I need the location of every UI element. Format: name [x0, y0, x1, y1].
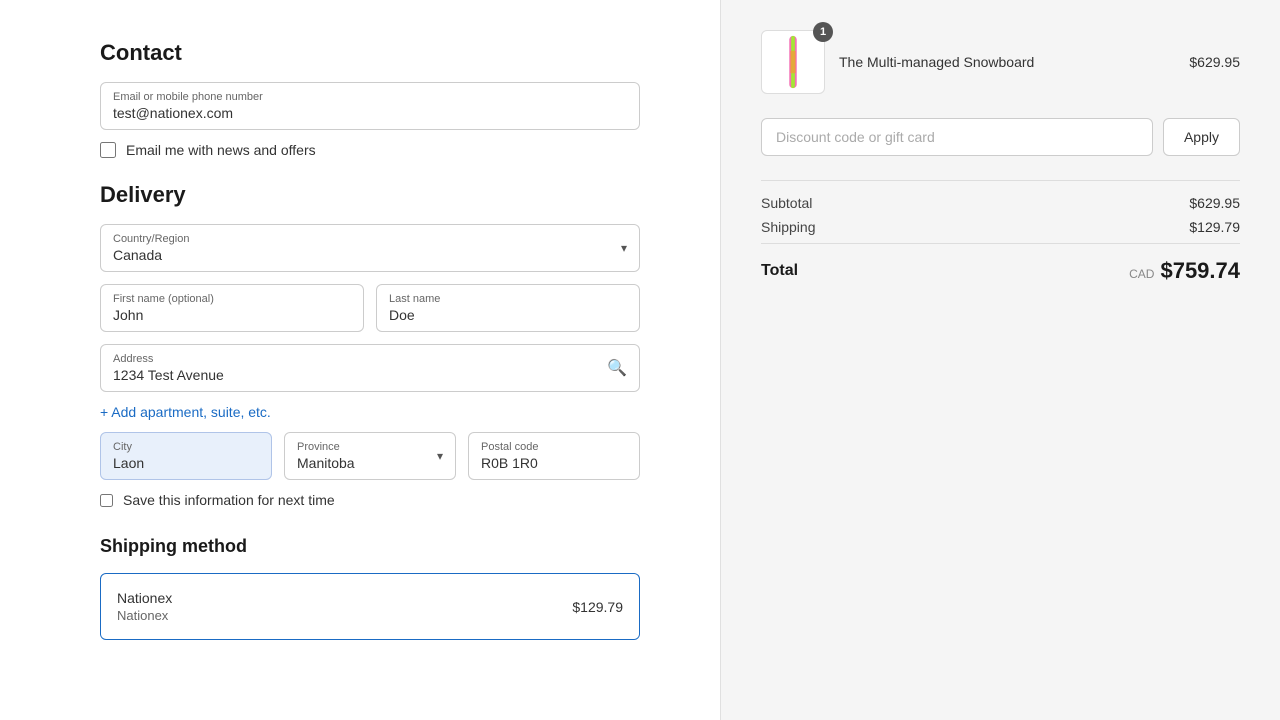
address-label: Address: [113, 353, 627, 365]
save-info-row: Save this information for next time: [100, 492, 640, 508]
last-name-input[interactable]: [389, 307, 627, 323]
delivery-section: Delivery Country/Region Canada ▾ First n…: [100, 182, 640, 508]
subtotal-value: $629.95: [1189, 195, 1240, 211]
last-name-label: Last name: [389, 293, 627, 305]
postal-input[interactable]: [481, 455, 627, 471]
city-province-postal-row: City Province Manitoba ▾ Postal code: [100, 432, 640, 480]
product-image: [761, 30, 825, 94]
country-wrapper[interactable]: Country/Region Canada ▾: [100, 224, 640, 272]
save-info-checkbox[interactable]: [100, 494, 113, 507]
total-divider: [761, 243, 1240, 244]
shipping-name: Nationex: [117, 590, 172, 606]
first-name-wrapper[interactable]: First name (optional): [100, 284, 364, 332]
newsletter-checkbox[interactable]: [100, 142, 116, 158]
shipping-option-info: Nationex Nationex: [117, 590, 172, 623]
shipping-method-section: Shipping method Nationex Nationex $129.7…: [100, 536, 640, 640]
postal-wrapper[interactable]: Postal code: [468, 432, 640, 480]
shipping-label: Shipping: [761, 219, 816, 235]
address-wrapper[interactable]: Address 🔍: [100, 344, 640, 392]
contact-title: Contact: [100, 40, 640, 66]
subtotal-label: Subtotal: [761, 195, 812, 211]
shipping-value: $129.79: [1189, 219, 1240, 235]
contact-section: Contact Email or mobile phone number Ema…: [100, 40, 640, 158]
product-image-wrapper: 1: [761, 30, 825, 94]
product-badge: 1: [813, 22, 833, 42]
shipping-option[interactable]: Nationex Nationex $129.79: [100, 573, 640, 640]
total-currency: CAD: [1129, 267, 1154, 281]
total-value: $759.74: [1160, 258, 1240, 284]
email-wrapper[interactable]: Email or mobile phone number: [100, 82, 640, 130]
shipping-row: Shipping $129.79: [761, 219, 1240, 235]
address-input[interactable]: [113, 367, 627, 383]
city-wrapper[interactable]: City: [100, 432, 272, 480]
first-name-label: First name (optional): [113, 293, 351, 305]
total-value-wrapper: CAD $759.74: [1129, 258, 1240, 284]
discount-input[interactable]: [761, 118, 1153, 156]
email-group: Email or mobile phone number: [100, 82, 640, 130]
name-row: First name (optional) Last name: [100, 284, 640, 332]
right-panel: 1 The Multi-managed Snowboard $629.95 Ap…: [720, 0, 1280, 720]
apply-button[interactable]: Apply: [1163, 118, 1240, 156]
product-thumbnail: [773, 34, 813, 90]
shipping-method-title: Shipping method: [100, 536, 640, 557]
email-input[interactable]: [113, 105, 627, 121]
city-label: City: [113, 441, 259, 453]
country-select[interactable]: Canada: [113, 247, 627, 263]
newsletter-row: Email me with news and offers: [100, 142, 640, 158]
subtotal-row: Subtotal $629.95: [761, 195, 1240, 211]
last-name-wrapper[interactable]: Last name: [376, 284, 640, 332]
country-label: Country/Region: [113, 233, 627, 245]
email-label: Email or mobile phone number: [113, 91, 627, 103]
total-row: Total CAD $759.74: [761, 258, 1240, 284]
search-icon: 🔍: [607, 358, 627, 378]
postal-label: Postal code: [481, 441, 627, 453]
product-price: $629.95: [1189, 54, 1240, 70]
province-select[interactable]: Manitoba: [297, 455, 443, 471]
city-input[interactable]: [113, 455, 259, 471]
shipping-sub: Nationex: [117, 608, 172, 623]
save-info-label: Save this information for next time: [123, 492, 335, 508]
summary-divider: [761, 180, 1240, 181]
left-panel: Contact Email or mobile phone number Ema…: [0, 0, 720, 720]
province-wrapper[interactable]: Province Manitoba ▾: [284, 432, 456, 480]
total-label: Total: [761, 262, 798, 280]
product-name: The Multi-managed Snowboard: [839, 54, 1175, 70]
province-label: Province: [297, 441, 443, 453]
first-name-input[interactable]: [113, 307, 351, 323]
delivery-title: Delivery: [100, 182, 640, 208]
newsletter-label: Email me with news and offers: [126, 142, 316, 158]
product-row: 1 The Multi-managed Snowboard $629.95: [761, 30, 1240, 94]
add-apt-link[interactable]: + Add apartment, suite, etc.: [100, 404, 271, 420]
discount-row: Apply: [761, 118, 1240, 156]
shipping-option-price: $129.79: [572, 599, 623, 615]
